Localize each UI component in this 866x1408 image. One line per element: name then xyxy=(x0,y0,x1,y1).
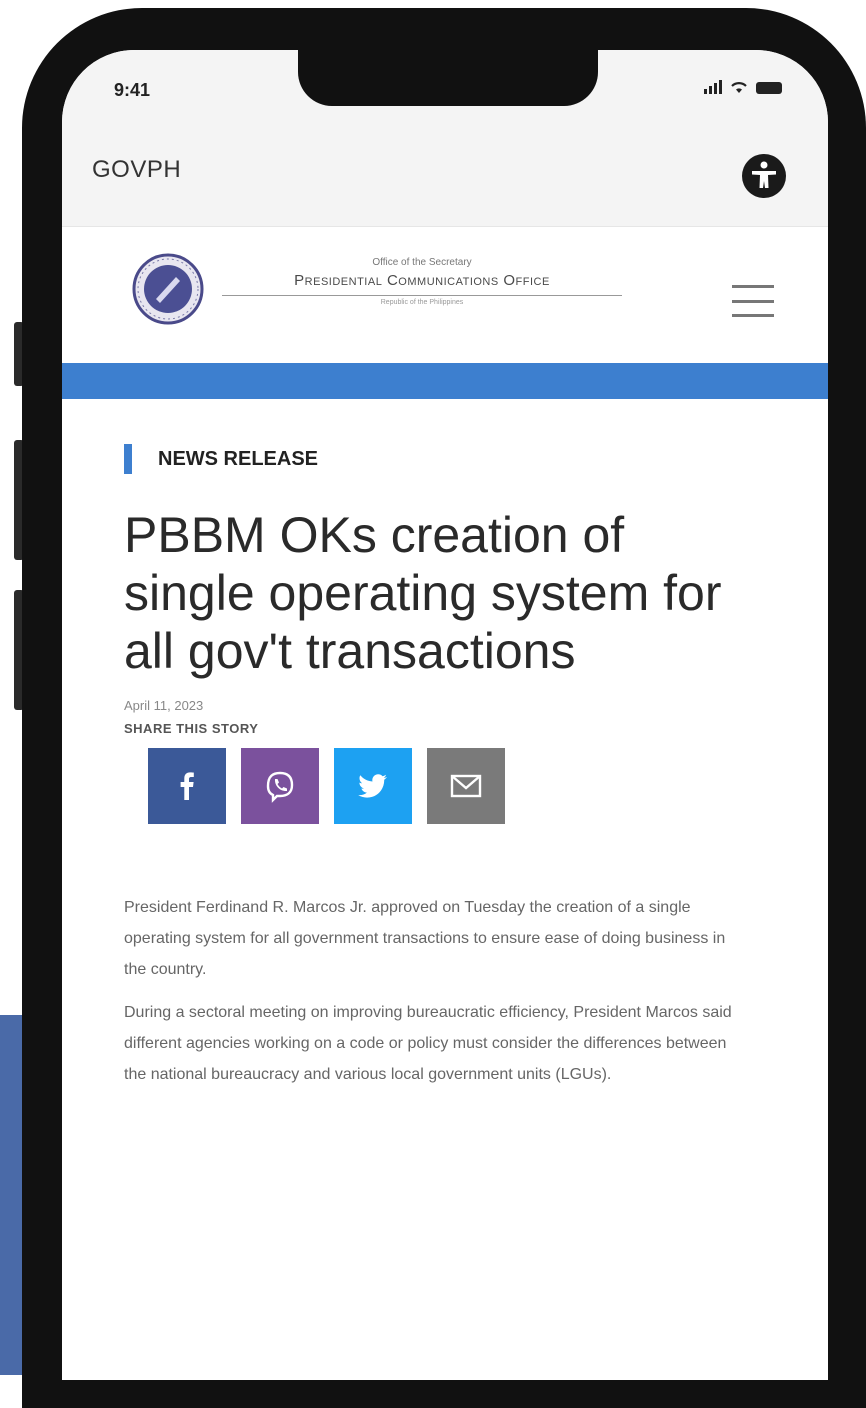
twitter-icon xyxy=(358,774,387,798)
site-header: Office of the Secretary Presidential Com… xyxy=(62,227,828,363)
govph-bar: GOVPH xyxy=(62,126,828,227)
hamburger-menu-icon[interactable] xyxy=(732,285,774,317)
email-share-button[interactable] xyxy=(427,748,505,824)
office-subtitle: Office of the Secretary xyxy=(372,257,472,268)
status-icons xyxy=(704,80,782,94)
cellular-signal-icon xyxy=(704,80,722,94)
category-label[interactable]: NEWS RELEASE xyxy=(158,448,318,471)
article-date: April 11, 2023 xyxy=(124,698,204,713)
accessibility-icon[interactable] xyxy=(740,152,788,200)
wifi-icon xyxy=(731,82,747,93)
facebook-icon xyxy=(180,772,194,800)
office-name-block[interactable]: Office of the Secretary Presidential Com… xyxy=(212,257,632,306)
viber-share-button[interactable] xyxy=(241,748,319,824)
article-paragraph: During a sectoral meeting on improving b… xyxy=(124,1004,732,1083)
category-marker xyxy=(124,444,132,474)
share-buttons xyxy=(148,748,744,824)
category-tag: NEWS RELEASE xyxy=(124,442,744,476)
phone-frame: 9:41 GOVPH Office of the Secretary Presi… xyxy=(22,8,866,1408)
office-tagline: Republic of the Philippines xyxy=(380,299,464,306)
viber-icon xyxy=(266,771,294,803)
article-paragraph: President Ferdinand R. Marcos Jr. approv… xyxy=(124,899,726,978)
facebook-share-button[interactable] xyxy=(148,748,226,824)
pco-seal-icon[interactable] xyxy=(132,253,204,325)
govph-link[interactable]: GOVPH xyxy=(92,156,181,184)
office-title: Presidential Communications Office xyxy=(294,272,550,289)
nav-color-bar xyxy=(62,363,828,399)
battery-icon xyxy=(756,82,782,94)
phone-notch xyxy=(298,50,598,106)
article-content: NEWS RELEASE PBBM OKs creation of single… xyxy=(124,442,744,1102)
article-body: President Ferdinand R. Marcos Jr. approv… xyxy=(124,892,744,1090)
office-divider xyxy=(222,295,622,296)
article-headline: PBBM OKs creation of single operating sy… xyxy=(124,507,722,679)
status-time: 9:41 xyxy=(114,80,151,100)
share-label: SHARE THIS STORY xyxy=(124,721,259,736)
mail-icon xyxy=(450,774,482,798)
phone-screen: 9:41 GOVPH Office of the Secretary Presi… xyxy=(62,50,828,1380)
twitter-share-button[interactable] xyxy=(334,748,412,824)
